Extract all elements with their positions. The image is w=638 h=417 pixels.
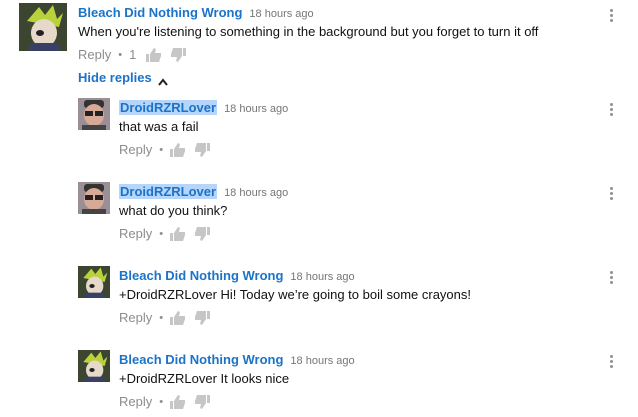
reply-text: +DroidRZRLover Hi! Today we’re going to …	[119, 287, 472, 302]
reply-time[interactable]: 18 hours ago	[224, 187, 288, 199]
reply-author[interactable]: DroidRZRLover	[119, 100, 218, 115]
chevron-up-icon	[157, 74, 168, 86]
reply-menu-button[interactable]	[610, 187, 614, 202]
separator-dot: •	[159, 395, 164, 408]
comment-menu-button[interactable]	[610, 9, 614, 24]
thumbs-up-icon[interactable]	[170, 394, 186, 409]
reply-button[interactable]: Reply	[119, 310, 152, 325]
bleach-avatar-icon	[78, 350, 110, 382]
bleach-avatar-icon	[78, 266, 110, 298]
hide-replies-button[interactable]: Hide replies	[78, 70, 168, 86]
thumbs-down-icon[interactable]	[170, 47, 187, 62]
like-count: 1	[129, 47, 137, 62]
separator-dot: •	[118, 48, 123, 61]
droid-avatar-icon	[78, 98, 110, 130]
avatar-droid[interactable]	[78, 182, 110, 214]
reply-author[interactable]: Bleach Did Nothing Wrong	[119, 352, 283, 367]
thumbs-up-icon[interactable]	[170, 226, 186, 241]
reply-time[interactable]: 18 hours ago	[290, 355, 354, 367]
reply-menu-button[interactable]	[610, 355, 614, 370]
vertical-dots-icon	[610, 271, 613, 274]
thumbs-down-icon[interactable]	[194, 226, 211, 241]
reply-time[interactable]: 18 hours ago	[224, 103, 288, 115]
avatar-bleach[interactable]	[19, 3, 67, 51]
reply-text: +DroidRZRLover It looks nice	[119, 371, 290, 386]
reply-menu-button[interactable]	[610, 271, 614, 286]
separator-dot: •	[159, 311, 164, 324]
thumbs-down-icon[interactable]	[194, 310, 211, 325]
comment-author[interactable]: Bleach Did Nothing Wrong	[78, 5, 242, 20]
reply-button[interactable]: Reply	[119, 142, 152, 157]
reply-button[interactable]: Reply	[119, 226, 152, 241]
droid-avatar-icon	[78, 182, 110, 214]
thumbs-up-icon[interactable]	[146, 47, 162, 62]
reply-text: that was a fail	[119, 119, 199, 134]
reply-menu-button[interactable]	[610, 103, 614, 118]
thumbs-down-icon[interactable]	[194, 394, 211, 409]
reply-author[interactable]: Bleach Did Nothing Wrong	[119, 268, 283, 283]
vertical-dots-icon	[610, 9, 613, 12]
reply-button[interactable]: Reply	[119, 394, 152, 409]
reply-button[interactable]: Reply	[78, 47, 111, 62]
vertical-dots-icon	[610, 187, 613, 190]
separator-dot: •	[159, 143, 164, 156]
thumbs-down-icon[interactable]	[194, 142, 211, 157]
thumbs-up-icon[interactable]	[170, 310, 186, 325]
comment-time[interactable]: 18 hours ago	[249, 8, 313, 20]
avatar-bleach[interactable]	[78, 350, 110, 382]
avatar-droid[interactable]	[78, 98, 110, 130]
reply-text: what do you think?	[119, 203, 228, 218]
vertical-dots-icon	[610, 103, 613, 106]
reply-author[interactable]: DroidRZRLover	[119, 184, 218, 199]
separator-dot: •	[159, 227, 164, 240]
thumbs-up-icon[interactable]	[170, 142, 186, 157]
hide-replies-label: Hide replies	[78, 70, 152, 85]
avatar-bleach[interactable]	[78, 266, 110, 298]
comment-text: When you're listening to something in th…	[78, 24, 539, 39]
reply-time[interactable]: 18 hours ago	[290, 271, 354, 283]
bleach-avatar-icon	[19, 3, 67, 51]
vertical-dots-icon	[610, 355, 613, 358]
